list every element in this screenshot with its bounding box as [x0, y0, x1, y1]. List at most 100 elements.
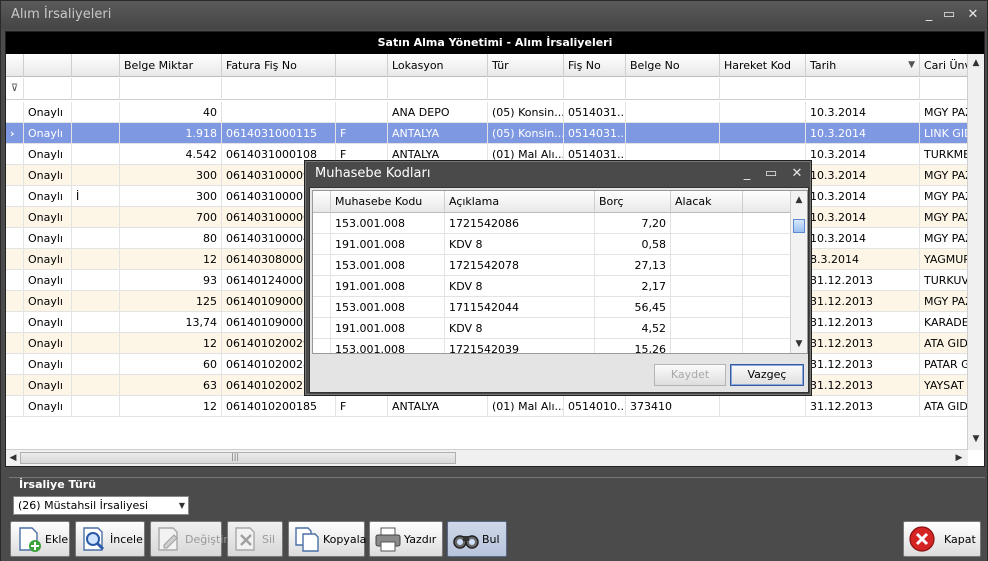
cell-flag[interactable] [72, 207, 120, 228]
cell-flag[interactable] [72, 165, 120, 186]
dialog-vertical-scrollbar[interactable]: ▲ ▼ [790, 191, 807, 353]
col-hareket-kod[interactable]: Hareket Kod [720, 54, 806, 77]
cell-miktar[interactable]: 63 [120, 375, 222, 396]
cell-cari[interactable]: PATAR GI [920, 354, 968, 375]
dcell-alacak[interactable] [671, 318, 743, 339]
dialog-scroll-thumb[interactable] [793, 219, 805, 233]
ekle-button[interactable]: Ekle [10, 521, 70, 557]
dialog-row[interactable]: 153.001.008 1721542086 7,20 [313, 213, 791, 234]
cell-durum[interactable]: Onaylı [24, 396, 72, 417]
dialog-maximize-icon[interactable]: ▭ [761, 164, 781, 184]
cell-durum[interactable]: Onaylı [24, 312, 72, 333]
cell-miktar[interactable]: 13,74 [120, 312, 222, 333]
cell-durum[interactable]: Onaylı [24, 249, 72, 270]
row-indicator[interactable] [313, 297, 331, 318]
sort-desc-icon[interactable]: ▼ [908, 54, 915, 76]
cell-tur[interactable]: (01) Mal Alı... [488, 396, 564, 417]
cell-tarih[interactable]: 31.12.2013 [806, 333, 920, 354]
maximize-icon[interactable]: ▭ [939, 5, 959, 25]
dcell-borc[interactable]: 27,13 [595, 255, 671, 276]
scroll-thumb[interactable]: ||| [20, 452, 456, 464]
dcell-aciklama[interactable]: 1711542044 [445, 297, 595, 318]
irsaliye-turu-select[interactable]: (26) Müstahsil İrsaliyesi ▼ [13, 496, 189, 515]
row-indicator[interactable] [313, 234, 331, 255]
cell-flag[interactable] [72, 312, 120, 333]
dcell-alacak[interactable] [671, 297, 743, 318]
dcell-kod[interactable]: 191.001.008 [331, 234, 445, 255]
dcell-kod[interactable]: 153.001.008 [331, 297, 445, 318]
cell-miktar[interactable]: 125 [120, 291, 222, 312]
cell-miktar[interactable]: 93 [120, 270, 222, 291]
cell-flag[interactable] [72, 333, 120, 354]
col-cari-unvan[interactable]: Cari Ünva [920, 54, 968, 77]
dialog-row[interactable]: 153.001.008 1721542078 27,13 [313, 255, 791, 276]
table-row[interactable]: Onaylı 40 ANA DEPO (05) Konsin... 0514031...… [6, 102, 968, 123]
dialog-row[interactable]: 191.001.008 KDV 8 2,17 [313, 276, 791, 297]
cell-cari[interactable]: MGY PAZA [920, 207, 968, 228]
row-indicator[interactable] [6, 375, 24, 396]
col-lokasyon[interactable]: Lokasyon [388, 54, 488, 77]
col-flag[interactable] [72, 54, 120, 77]
cell-tarih[interactable]: 10.3.2014 [806, 186, 920, 207]
row-indicator[interactable] [6, 228, 24, 249]
cell-tarih[interactable]: 10.3.2014 [806, 207, 920, 228]
cell-durum[interactable]: Onaylı [24, 354, 72, 375]
cell-miktar[interactable]: 300 [120, 186, 222, 207]
row-pointer-icon[interactable]: › [6, 123, 24, 144]
cell-cari[interactable]: YAGMUR [920, 249, 968, 270]
cell-cari[interactable]: MGY PAZA [920, 228, 968, 249]
cell-flag[interactable] [72, 354, 120, 375]
dcol-aciklama[interactable]: Açıklama [445, 191, 595, 213]
dcell-kod[interactable]: 153.001.008 [331, 213, 445, 234]
cell-miktar[interactable]: 700 [120, 207, 222, 228]
sil-button[interactable]: Sil [227, 521, 283, 557]
filter-cell[interactable] [24, 78, 72, 100]
dcell-alacak[interactable] [671, 213, 743, 234]
cell-miktar[interactable]: 4.542 [120, 144, 222, 165]
cell-durum[interactable]: Onaylı [24, 123, 72, 144]
col-durum[interactable] [24, 54, 72, 77]
cell-durum[interactable]: Onaylı [24, 375, 72, 396]
row-indicator[interactable] [6, 291, 24, 312]
bul-button[interactable]: Bul [447, 521, 507, 557]
cell-durum[interactable]: Onaylı [24, 207, 72, 228]
row-indicator[interactable] [6, 144, 24, 165]
cell-cari[interactable]: ATA GIDA [920, 396, 968, 417]
row-indicator[interactable] [6, 270, 24, 291]
dcell-alacak[interactable] [671, 276, 743, 297]
cell-flag[interactable] [72, 102, 120, 123]
dialog-row[interactable]: 153.001.008 1721542039 15,26 [313, 339, 791, 353]
cell-durum[interactable]: Onaylı [24, 228, 72, 249]
cell-cari[interactable]: ATA GIDA [920, 333, 968, 354]
filter-cell[interactable] [564, 78, 626, 100]
incele-button[interactable]: İncele [75, 521, 145, 557]
dcell-aciklama[interactable]: 1721542039 [445, 339, 595, 353]
degistir-button[interactable]: Değiştir [150, 521, 228, 557]
dcell-alacak[interactable] [671, 255, 743, 276]
cell-belge[interactable] [626, 102, 720, 123]
cell-fatura[interactable] [222, 102, 336, 123]
cell-cari[interactable]: LINK GIDA [920, 123, 968, 144]
cell-tip[interactable] [336, 102, 388, 123]
col-fis-no[interactable]: Fiş No [564, 54, 626, 77]
filter-cell[interactable] [72, 78, 120, 100]
cell-tip[interactable]: F [336, 123, 388, 144]
filter-cell[interactable] [222, 78, 336, 100]
cell-tarih[interactable]: 10.3.2014 [806, 102, 920, 123]
dcell-aciklama[interactable]: KDV 8 [445, 234, 595, 255]
cell-durum[interactable]: Onaylı [24, 165, 72, 186]
cell-fatura[interactable]: 0614031000115 [222, 123, 336, 144]
cell-hareket[interactable] [720, 123, 806, 144]
row-indicator[interactable] [313, 276, 331, 297]
cell-tarih[interactable]: 31.12.2013 [806, 375, 920, 396]
close-icon[interactable]: ✕ [963, 5, 983, 25]
col-tarih[interactable]: Tarih ▼ [806, 54, 920, 77]
cell-miktar[interactable]: 12 [120, 333, 222, 354]
table-row[interactable]: Onaylı 12 0614010200185 F ANTALYA (01) Mal Al… [6, 396, 968, 417]
dcell-kod[interactable]: 153.001.008 [331, 255, 445, 276]
chevron-down-icon[interactable]: ▼ [179, 497, 185, 514]
col-fatura-fis-no[interactable]: Fatura Fiş No [222, 54, 336, 77]
dcell-borc[interactable]: 2,17 [595, 276, 671, 297]
cell-cari[interactable]: KARADEN [920, 312, 968, 333]
dcell-alacak[interactable] [671, 339, 743, 353]
